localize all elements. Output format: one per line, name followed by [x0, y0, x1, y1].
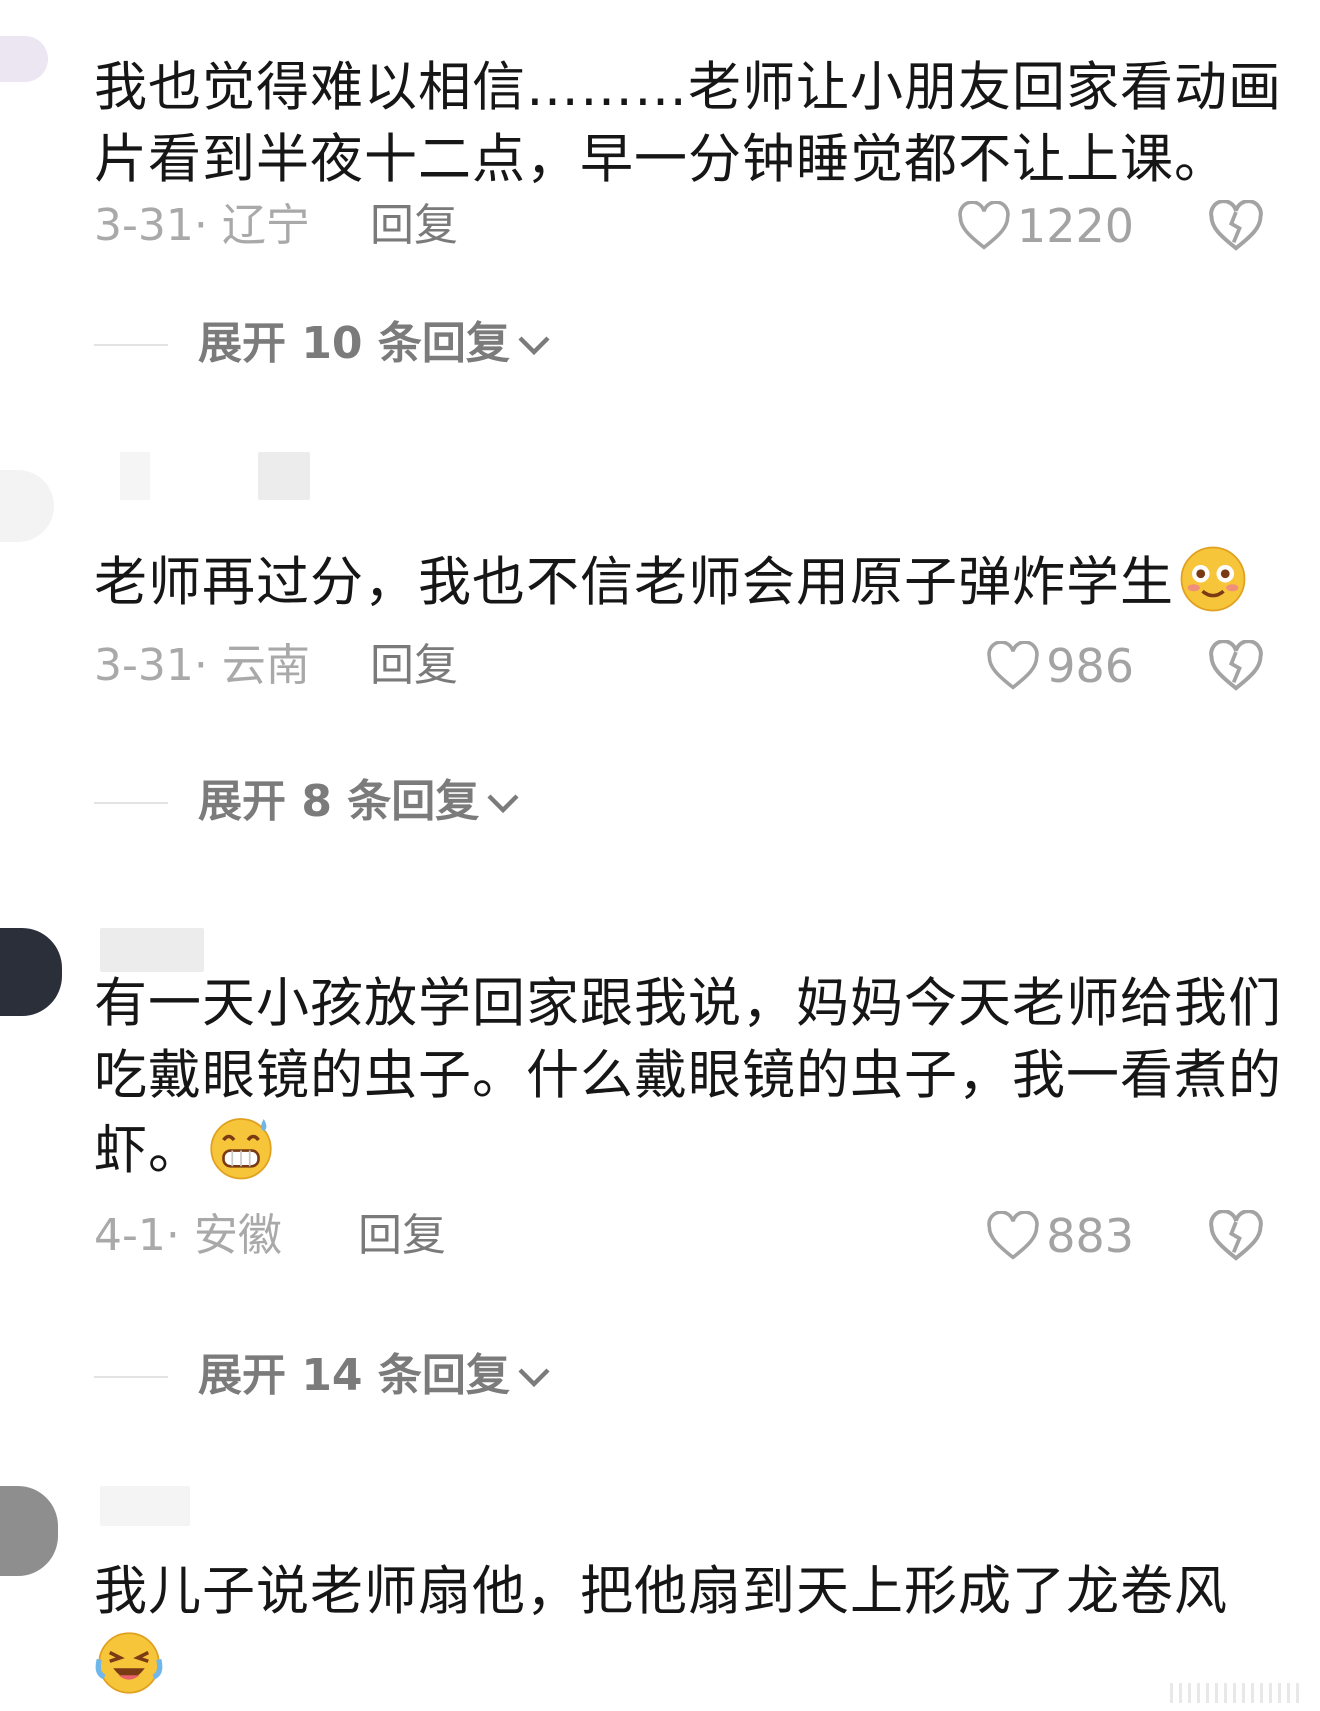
expand-label: 展开 14 条回复 [198, 1350, 510, 1401]
grinning-sweat-emoji [210, 1118, 272, 1180]
reply-button[interactable]: 回复 [370, 196, 458, 256]
avatar[interactable] [0, 36, 48, 82]
avatar[interactable] [0, 928, 62, 1016]
reply-button[interactable]: 回复 [370, 636, 458, 696]
divider [94, 1376, 168, 1378]
divider [94, 802, 168, 804]
heart-icon [958, 201, 1010, 250]
chevron-down-icon [518, 336, 550, 356]
username[interactable] [100, 928, 204, 972]
like-button[interactable]: 986 [986, 636, 1134, 696]
comment-text: 有一天小孩放学回家跟我说，妈妈今天老师给我们吃戴眼镜的虫子。什么戴眼镜的虫子，我… [94, 973, 1282, 1181]
avatar[interactable] [0, 1486, 58, 1576]
comment-text: 老师再过分，我也不信老师会用原子弹炸学生 [94, 544, 1294, 619]
expand-label: 展开 10 条回复 [198, 318, 510, 369]
reply-button[interactable]: 回复 [358, 1206, 446, 1266]
chevron-down-icon [518, 1368, 550, 1388]
date-location: 3-31· 云南 [94, 640, 310, 691]
grinning-face-emoji [1180, 546, 1246, 612]
like-count: 1220 [1016, 199, 1134, 253]
expand-replies[interactable]: 展开 10 条回复 [94, 314, 794, 374]
heart-icon [987, 1211, 1039, 1260]
like-count: 883 [1046, 1209, 1134, 1263]
watermark [1170, 1683, 1300, 1703]
heart-icon [987, 641, 1039, 690]
chevron-down-icon [487, 794, 519, 814]
like-button[interactable]: 1220 [957, 196, 1134, 256]
username[interactable] [100, 1486, 190, 1526]
comment-text: 我儿子说老师扇他，把他扇到天上形成了龙卷风 [94, 1556, 1294, 1703]
expand-label: 展开 8 条回复 [198, 776, 480, 827]
like-button[interactable]: 883 [986, 1206, 1134, 1266]
expand-replies[interactable]: 展开 14 条回复 [94, 1346, 794, 1406]
broken-heart-icon[interactable] [1208, 640, 1264, 692]
username[interactable] [120, 452, 150, 500]
broken-heart-icon[interactable] [1208, 200, 1264, 252]
divider [94, 344, 168, 346]
comment-meta: 3-31· 辽宁 回复 1220 [94, 196, 1294, 256]
date-location: 4-1· 安徽 [94, 1210, 282, 1261]
expand-replies[interactable]: 展开 8 条回复 [94, 772, 794, 832]
rolling-laughing-emoji [95, 1632, 163, 1694]
username[interactable] [258, 452, 310, 500]
date-location: 3-31· 辽宁 [94, 200, 310, 251]
comment-text: 我也觉得难以相信………老师让小朋友回家看动画片看到半夜十二点，早一分钟睡觉都不让… [94, 57, 1282, 190]
comment-meta: 3-31· 云南 回复 986 [94, 636, 1294, 696]
broken-heart-icon[interactable] [1208, 1210, 1264, 1262]
like-count: 986 [1046, 639, 1134, 693]
avatar[interactable] [0, 470, 54, 542]
comment-meta: 4-1· 安徽 回复 883 [94, 1206, 1294, 1266]
